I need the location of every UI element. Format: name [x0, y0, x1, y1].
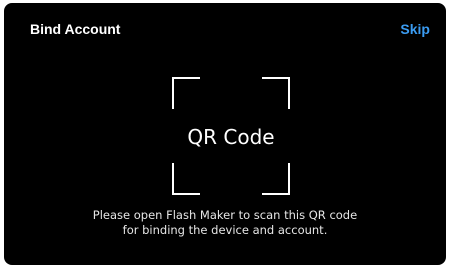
qr-code-frame: QR Code — [172, 77, 290, 195]
scan-corner-bottom-right — [262, 163, 290, 195]
scan-corner-top-left — [172, 77, 200, 109]
qr-code-placeholder: QR Code — [187, 125, 275, 149]
instructions-line-1: Please open Flash Maker to scan this QR … — [92, 208, 358, 222]
scan-corner-bottom-left — [172, 163, 200, 195]
skip-button[interactable]: Skip — [400, 21, 430, 37]
scan-corner-top-right — [262, 77, 290, 109]
instructions-text: Please open Flash Maker to scan this QR … — [4, 208, 446, 238]
bind-account-screen: Bind Account Skip QR Code Please open Fl… — [4, 3, 446, 265]
page-title: Bind Account — [30, 21, 121, 37]
instructions-line-2: for binding the device and account. — [122, 223, 328, 237]
